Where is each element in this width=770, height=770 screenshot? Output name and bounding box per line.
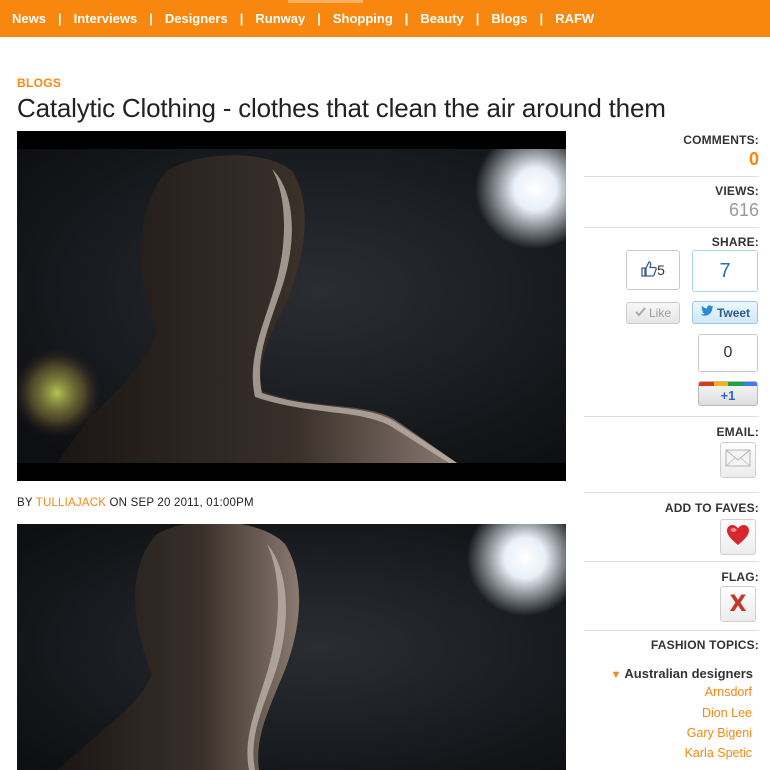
share-label: SHARE: [711, 235, 759, 249]
tweet-count-box: 7 [692, 250, 758, 292]
triangle-down-icon: ▼ [610, 669, 622, 681]
topic-link-arnsdorf[interactable]: Arnsdorf [584, 685, 752, 699]
byline-on: ON [109, 497, 128, 509]
google-plus-one-button[interactable]: +1 [698, 381, 758, 406]
sidebar-divider [584, 630, 759, 631]
sidebar-divider [584, 492, 759, 493]
envelope-icon [725, 448, 751, 473]
email-button[interactable] [720, 442, 756, 478]
add-to-faves-button[interactable] [720, 519, 756, 555]
tweet-button[interactable]: Tweet [692, 301, 758, 324]
video-still-image [17, 131, 566, 481]
nav-interviews[interactable]: Interviews [62, 11, 150, 26]
sidebar-divider [584, 561, 759, 562]
tweet-label: Tweet [716, 305, 751, 320]
comments-label: COMMENTS: [683, 133, 759, 147]
nav-designers[interactable]: Designers [153, 11, 240, 26]
topic-link-dion-lee[interactable]: Dion Lee [584, 706, 752, 720]
publish-date: SEP 20 2011, 01:00PM [130, 497, 254, 509]
nav-runway[interactable]: Runway [243, 11, 317, 26]
nav-rafw[interactable]: RAFW [543, 11, 606, 26]
email-label: EMAIL: [716, 425, 759, 439]
views-label: VIEWS: [715, 184, 759, 198]
thumbs-up-icon [641, 260, 657, 280]
video-player[interactable] [17, 131, 566, 481]
article-image-still [17, 524, 566, 770]
topic-group-australian-designers[interactable]: ▼ Australian designers [598, 666, 754, 681]
article-title: Catalytic Clothing - clothes that clean … [17, 93, 666, 123]
article-byline: BY TULLIAJACK ON SEP 20 2011, 01:00PM [17, 497, 254, 509]
nav-blogs[interactable]: Blogs [479, 11, 539, 26]
author-link[interactable]: TULLIAJACK [36, 497, 106, 509]
add-to-faves-label: ADD TO FAVES: [664, 501, 759, 515]
flag-button[interactable]: X [720, 586, 756, 622]
nav-shopping[interactable]: Shopping [321, 11, 405, 26]
facebook-like-count: 5 [657, 262, 665, 278]
byline-prefix: BY [17, 497, 33, 509]
topic-link-gary-bigeni[interactable]: Gary Bigeni [584, 726, 752, 740]
sidebar-divider [584, 416, 759, 417]
nav-active-indicator [288, 0, 363, 3]
close-x-icon: X [729, 591, 747, 617]
tweet-count: 7 [719, 259, 731, 282]
google-plus-count-box: 0 [698, 334, 758, 372]
topic-group-label: Australian designers [624, 666, 753, 681]
checkmark-icon [635, 306, 646, 320]
facebook-like-label: Like [648, 306, 671, 320]
topic-link-karla-spetic[interactable]: Karla Spetic [584, 746, 752, 760]
nav-news[interactable]: News [0, 11, 58, 26]
facebook-count-box: 5 [626, 250, 680, 290]
sidebar-divider [584, 176, 759, 177]
twitter-bird-icon [700, 305, 714, 320]
article-category[interactable]: BLOGS [17, 76, 61, 90]
views-count: 616 [728, 200, 759, 220]
sidebar-divider [584, 227, 759, 228]
flag-label: FLAG: [721, 570, 759, 584]
heart-icon [726, 524, 750, 551]
google-plus-count: 0 [723, 344, 733, 361]
google-plus-one-label: +1 [720, 388, 736, 403]
main-nav: News | Interviews | Designers | Runway | Sho… [0, 0, 770, 37]
fashion-topics-label: FASHION TOPICS: [650, 638, 759, 652]
article-image [17, 524, 566, 770]
facebook-like-button[interactable]: Like [626, 302, 680, 324]
nav-beauty[interactable]: Beauty [408, 11, 475, 26]
comments-count[interactable]: 0 [584, 149, 759, 170]
